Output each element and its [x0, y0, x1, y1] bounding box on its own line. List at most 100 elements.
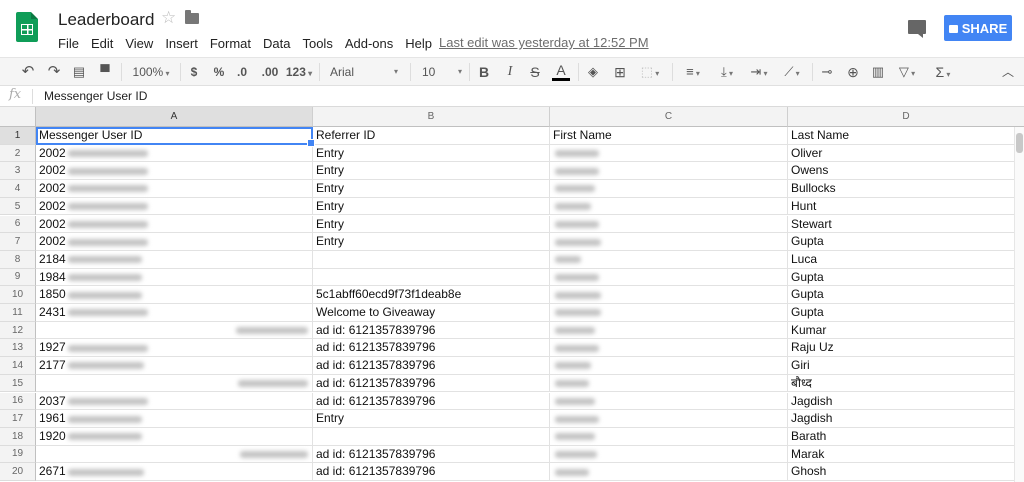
- menu-data[interactable]: Data: [263, 36, 290, 51]
- column-header-b[interactable]: B: [313, 107, 550, 127]
- bold-button[interactable]: B: [476, 63, 492, 81]
- cell-c[interactable]: [550, 410, 788, 428]
- menu-file[interactable]: File: [58, 36, 79, 51]
- cell-d[interactable]: Raju Uz: [788, 339, 1024, 358]
- cell-a[interactable]: 2671: [36, 463, 313, 481]
- row-header[interactable]: 5: [0, 197, 36, 216]
- row-header[interactable]: 18: [0, 427, 36, 446]
- cell-b[interactable]: ad id: 6121357839796: [313, 339, 550, 358]
- cell-d[interactable]: Marak: [788, 446, 1024, 464]
- column-header-c[interactable]: C: [550, 107, 788, 127]
- text-wrap-icon[interactable]: ⇥: [746, 63, 772, 81]
- redo-icon[interactable]: ↷: [45, 63, 63, 81]
- cell-d[interactable]: Gupta: [788, 286, 1024, 304]
- menu-insert[interactable]: Insert: [165, 36, 198, 51]
- document-title[interactable]: Leaderboard: [58, 10, 154, 30]
- cell-a[interactable]: [36, 321, 313, 340]
- row-header[interactable]: 14: [0, 357, 36, 375]
- cell-c[interactable]: [550, 321, 788, 340]
- cell-d[interactable]: Jagdish: [788, 393, 1024, 411]
- row-header[interactable]: 6: [0, 215, 36, 234]
- cell-b[interactable]: ad id: 6121357839796: [313, 445, 550, 464]
- row-header[interactable]: 16: [0, 392, 36, 411]
- cell-b[interactable]: [313, 268, 550, 287]
- cell-c[interactable]: [550, 357, 788, 375]
- collapse-icon[interactable]: ︿: [1001, 63, 1015, 81]
- sheets-logo-icon[interactable]: [16, 12, 38, 42]
- column-header-d[interactable]: D: [788, 107, 1024, 127]
- font-size-select[interactable]: 10 ▾: [422, 63, 464, 81]
- cell-c[interactable]: [550, 392, 788, 411]
- cell-d[interactable]: Gupta: [788, 233, 1024, 251]
- cell-b[interactable]: ad id: 6121357839796: [313, 392, 550, 411]
- cell-c[interactable]: [550, 445, 788, 464]
- zoom-select[interactable]: 100%: [128, 63, 174, 81]
- cell-a[interactable]: 2002: [36, 180, 313, 198]
- borders-icon[interactable]: ⊞: [612, 63, 628, 81]
- cell-a[interactable]: [36, 374, 313, 393]
- row-header[interactable]: 1: [0, 127, 36, 145]
- cell-c[interactable]: [550, 304, 788, 322]
- cell-b[interactable]: Entry: [313, 197, 550, 216]
- last-edit-link[interactable]: Last edit was yesterday at 12:52 PM: [439, 35, 649, 50]
- cell-a[interactable]: 2177: [36, 357, 313, 375]
- cell-d[interactable]: Barath: [788, 428, 1024, 446]
- cell-c[interactable]: [550, 339, 788, 358]
- menu-edit[interactable]: Edit: [91, 36, 113, 51]
- functions-button[interactable]: Σ: [930, 63, 956, 81]
- cell-d[interactable]: Last Name: [788, 127, 1024, 145]
- italic-button[interactable]: I: [502, 63, 518, 81]
- cell-a[interactable]: [36, 445, 313, 464]
- cell-a[interactable]: 2002: [36, 215, 313, 234]
- cell-b[interactable]: ad id: 6121357839796: [313, 357, 550, 375]
- cell-c[interactable]: [550, 180, 788, 198]
- row-header[interactable]: 13: [0, 339, 36, 358]
- filter-icon[interactable]: ▽: [894, 63, 920, 81]
- column-header-a[interactable]: A: [36, 107, 313, 127]
- strikethrough-button[interactable]: S: [527, 63, 543, 81]
- cell-a[interactable]: 1850: [36, 286, 313, 304]
- cell-a[interactable]: 2002: [36, 162, 313, 181]
- decrease-decimal-button[interactable]: .0: [233, 63, 251, 81]
- cell-c[interactable]: First Name: [550, 127, 788, 145]
- row-header[interactable]: 12: [0, 321, 36, 340]
- align-left-icon[interactable]: ≡: [680, 63, 706, 81]
- cell-b[interactable]: Entry: [313, 215, 550, 234]
- more-formats-select[interactable]: 123: [283, 63, 315, 81]
- cell-a[interactable]: 2002: [36, 233, 313, 251]
- increase-decimal-button[interactable]: .00: [258, 63, 282, 81]
- cell-a[interactable]: 1961: [36, 410, 313, 428]
- valign-bottom-icon[interactable]: ⤓: [714, 63, 740, 81]
- cell-c[interactable]: [550, 144, 788, 163]
- cell-b[interactable]: [313, 250, 550, 269]
- cell-a[interactable]: 1984: [36, 268, 313, 287]
- cell-b[interactable]: ad id: 6121357839796: [313, 321, 550, 340]
- formula-input[interactable]: Messenger User ID: [44, 89, 147, 103]
- cell-b[interactable]: [313, 427, 550, 446]
- cell-b[interactable]: Referrer ID: [313, 127, 550, 145]
- cell-c[interactable]: [550, 162, 788, 181]
- text-color-button[interactable]: A: [552, 63, 570, 81]
- text-rotate-icon[interactable]: ⟋: [778, 63, 806, 81]
- cell-d[interactable]: Luca: [788, 251, 1024, 269]
- cell-c[interactable]: [550, 427, 788, 446]
- cell-d[interactable]: Ghosh: [788, 463, 1024, 481]
- cell-a[interactable]: 1927: [36, 339, 313, 358]
- cell-a[interactable]: 2002: [36, 197, 313, 216]
- cell-b[interactable]: Entry: [313, 410, 550, 428]
- cell-d[interactable]: Stewart: [788, 216, 1024, 234]
- cell-c[interactable]: [550, 374, 788, 393]
- cell-c[interactable]: [550, 197, 788, 216]
- cell-d[interactable]: बौध्द: [788, 375, 1024, 393]
- menu-view[interactable]: View: [125, 36, 153, 51]
- print-icon[interactable]: ▤: [70, 63, 88, 81]
- row-header[interactable]: 8: [0, 250, 36, 269]
- insert-chart-icon[interactable]: ▥: [870, 63, 886, 81]
- insert-comment-icon[interactable]: ⊕: [845, 63, 861, 81]
- menu-format[interactable]: Format: [210, 36, 251, 51]
- percent-button[interactable]: %: [211, 63, 227, 81]
- select-all-corner[interactable]: [0, 107, 36, 127]
- comments-icon[interactable]: [908, 20, 926, 38]
- row-header[interactable]: 3: [0, 162, 36, 181]
- cell-a[interactable]: 2037: [36, 392, 313, 411]
